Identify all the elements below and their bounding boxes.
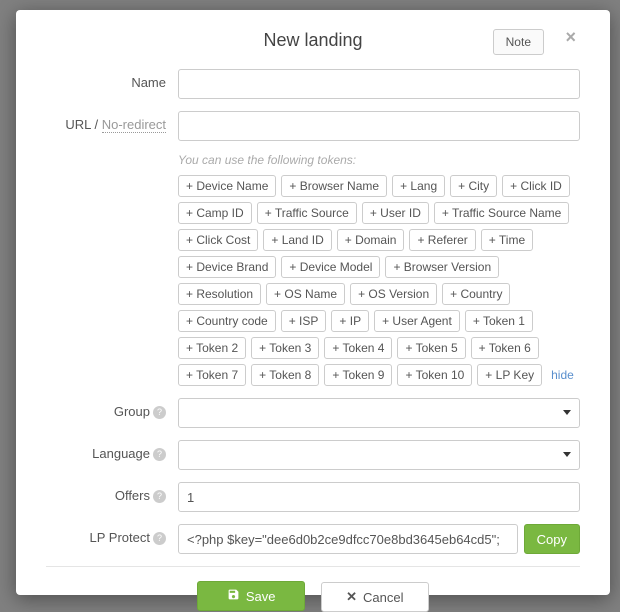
modal-title: New landing <box>263 30 362 51</box>
name-input[interactable] <box>178 69 580 99</box>
label-group: Group? <box>46 398 178 419</box>
token-button[interactable]: + OS Name <box>266 283 345 305</box>
label-url: URL / No-redirect <box>46 111 178 132</box>
token-button[interactable]: + Token 2 <box>178 337 246 359</box>
offers-input[interactable] <box>178 482 580 512</box>
close-icon: × <box>565 27 576 47</box>
token-button[interactable]: + IP <box>331 310 369 332</box>
token-button[interactable]: + Land ID <box>263 229 331 251</box>
tokens-hint: You can use the following tokens: <box>178 153 580 167</box>
help-icon[interactable]: ? <box>153 406 166 419</box>
token-button[interactable]: + Token 8 <box>251 364 319 386</box>
row-language: Language? <box>46 440 580 470</box>
save-button[interactable]: Save <box>197 581 305 611</box>
close-button[interactable]: × <box>561 27 580 48</box>
token-button[interactable]: + Token 3 <box>251 337 319 359</box>
hide-tokens-link[interactable]: hide <box>547 365 578 385</box>
token-button[interactable]: + Token 9 <box>324 364 392 386</box>
token-button[interactable]: + Lang <box>392 175 445 197</box>
token-button[interactable]: + Browser Version <box>385 256 499 278</box>
token-button[interactable]: + ISP <box>281 310 327 332</box>
label-language: Language? <box>46 440 178 461</box>
token-button[interactable]: + Browser Name <box>281 175 387 197</box>
modal-footer: Save ✕ Cancel <box>46 566 580 612</box>
row-lp-protect: LP Protect? Copy <box>46 524 580 554</box>
help-icon[interactable]: ? <box>153 448 166 461</box>
token-button[interactable]: + Device Model <box>281 256 380 278</box>
language-select[interactable] <box>178 440 580 470</box>
token-button[interactable]: + Country <box>442 283 510 305</box>
token-button[interactable]: + Click ID <box>502 175 570 197</box>
tokens-grid: + Device Name+ Browser Name+ Lang+ City+… <box>178 175 580 386</box>
token-button[interactable]: + Token 1 <box>465 310 533 332</box>
token-button[interactable]: + Traffic Source Name <box>434 202 570 224</box>
token-button[interactable]: + Click Cost <box>178 229 258 251</box>
form: Name URL / No-redirect You can use the f… <box>46 69 580 566</box>
save-icon <box>227 588 240 604</box>
token-button[interactable]: + Device Brand <box>178 256 276 278</box>
label-offers: Offers? <box>46 482 178 503</box>
row-url: URL / No-redirect <box>46 111 580 141</box>
token-button[interactable]: + Domain <box>337 229 405 251</box>
no-redirect-link[interactable]: No-redirect <box>102 117 166 133</box>
modal-header: New landing Note × <box>46 30 580 51</box>
lp-protect-input[interactable] <box>178 524 518 554</box>
token-button[interactable]: + LP Key <box>477 364 542 386</box>
token-button[interactable]: + OS Version <box>350 283 437 305</box>
row-tokens: You can use the following tokens: + Devi… <box>46 153 580 386</box>
cancel-icon: ✕ <box>346 589 357 605</box>
help-icon[interactable]: ? <box>153 532 166 545</box>
token-button[interactable]: + User ID <box>362 202 429 224</box>
token-button[interactable]: + Token 5 <box>397 337 465 359</box>
token-button[interactable]: + User Agent <box>374 310 460 332</box>
token-button[interactable]: + Country code <box>178 310 276 332</box>
label-name: Name <box>46 69 178 90</box>
row-offers: Offers? <box>46 482 580 512</box>
cancel-button[interactable]: ✕ Cancel <box>321 582 429 612</box>
token-button[interactable]: + Token 10 <box>397 364 472 386</box>
group-select[interactable] <box>178 398 580 428</box>
token-button[interactable]: + City <box>450 175 497 197</box>
url-input[interactable] <box>178 111 580 141</box>
token-button[interactable]: + Camp ID <box>178 202 252 224</box>
help-icon[interactable]: ? <box>153 490 166 503</box>
note-button[interactable]: Note <box>493 29 544 55</box>
copy-button[interactable]: Copy <box>524 524 580 554</box>
token-button[interactable]: + Token 6 <box>471 337 539 359</box>
label-lp-protect: LP Protect? <box>46 524 178 545</box>
token-button[interactable]: + Time <box>481 229 533 251</box>
token-button[interactable]: + Referer <box>409 229 475 251</box>
token-button[interactable]: + Token 4 <box>324 337 392 359</box>
token-button[interactable]: + Resolution <box>178 283 261 305</box>
new-landing-modal: New landing Note × Name URL / No-redirec… <box>16 10 610 595</box>
row-name: Name <box>46 69 580 99</box>
token-button[interactable]: + Token 7 <box>178 364 246 386</box>
token-button[interactable]: + Device Name <box>178 175 276 197</box>
token-button[interactable]: + Traffic Source <box>257 202 357 224</box>
row-group: Group? <box>46 398 580 428</box>
